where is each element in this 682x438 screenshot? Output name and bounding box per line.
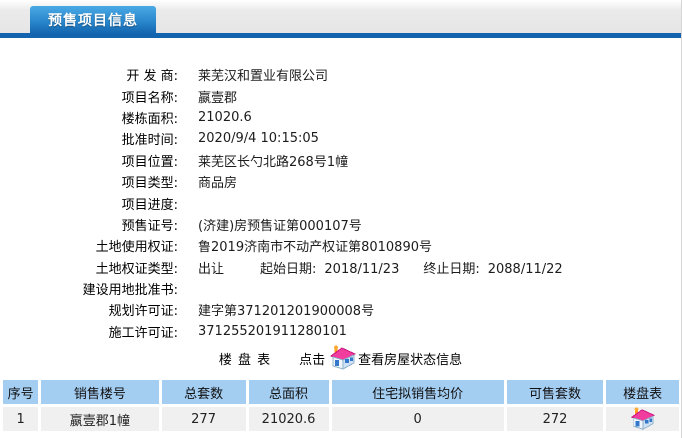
col-avg-price: 住宅拟销售均价 bbox=[331, 380, 504, 405]
table-row: 1 嬴壹郡1幢 277 21020.6 0 272 bbox=[3, 407, 679, 432]
field-value: 建字第371201201900008号 bbox=[198, 304, 375, 320]
field-value: 鲁2019济南市不动产权证第8010890号 bbox=[198, 240, 432, 256]
field-progress: 项目进度: bbox=[0, 192, 681, 213]
field-label: 项目类型: bbox=[121, 176, 178, 192]
field-planning-permit: 规划许可证: 建字第371201201900008号 bbox=[0, 299, 681, 320]
field-land-approval: 建设用地批准书: bbox=[0, 278, 681, 299]
col-total-area: 总面积 bbox=[248, 380, 329, 405]
end-date-label: 终止日期: bbox=[423, 261, 480, 277]
cell-seq: 1 bbox=[3, 407, 39, 432]
field-construction-permit: 施工许可证: 371255201911280101 bbox=[0, 321, 681, 342]
start-date-label: 起始日期: bbox=[260, 261, 317, 277]
field-value: 莱芜区长勺北路268号1幢 bbox=[198, 154, 349, 170]
cell-sellable-units: 272 bbox=[506, 407, 604, 432]
cell-building: 嬴壹郡1幢 bbox=[41, 407, 159, 432]
field-label: 批准时间: bbox=[121, 133, 178, 149]
col-building: 销售楼号 bbox=[41, 380, 159, 405]
tab-label: 预售项目信息 bbox=[48, 13, 138, 29]
col-seq: 序号 bbox=[3, 380, 39, 405]
field-label: 项目进度: bbox=[121, 197, 178, 213]
field-label: 预售证号: bbox=[121, 218, 178, 234]
field-label: 施工许可证: bbox=[108, 325, 178, 341]
table-header-row: 序号 销售楼号 总套数 总面积 住宅拟销售均价 可售套数 楼盘表 bbox=[3, 380, 679, 405]
field-project-name: 项目名称: 嬴壹郡 bbox=[0, 85, 681, 106]
field-value: 出让 起始日期: 2018/11/23 终止日期: 2088/11/22 bbox=[178, 258, 563, 277]
field-land-cert-type: 土地权证类型: 出让 起始日期: 2018/11/23 终止日期: 2088/11/22 bbox=[0, 257, 681, 278]
start-date-value: 2018/11/23 bbox=[324, 261, 400, 277]
presale-project-page: 预售项目信息 开 发 商: 莱芜汉和置业有限公司 项目名称: 嬴壹郡 楼栋面积:… bbox=[0, 0, 682, 438]
field-value: 商品房 bbox=[198, 176, 238, 192]
cell-total-units: 277 bbox=[161, 407, 246, 432]
sales-buildings-table: 序号 销售楼号 总套数 总面积 住宅拟销售均价 可售套数 楼盘表 1 嬴壹郡1幢… bbox=[0, 377, 681, 434]
field-label: 建设用地批准书: bbox=[82, 283, 178, 299]
end-date-value: 2088/11/22 bbox=[487, 261, 563, 277]
tab-presale-project-info[interactable]: 预售项目信息 bbox=[30, 6, 156, 34]
house-icon[interactable] bbox=[606, 407, 679, 432]
field-value: (济建)房预售证第000107号 bbox=[198, 218, 362, 234]
field-value: 21020.6 bbox=[198, 109, 252, 125]
col-loupan: 楼盘表 bbox=[606, 380, 679, 405]
field-label: 楼栋面积: bbox=[121, 111, 178, 127]
header-bar: 预售项目信息 bbox=[0, 0, 681, 34]
loupan-link-line: 楼 盘 表 点击 查看房屋状态信息 bbox=[0, 344, 681, 372]
field-value: 2020/9/4 10:15:05 bbox=[198, 131, 319, 147]
view-status-label: 查看房屋状态信息 bbox=[358, 352, 463, 368]
field-value: 371255201911280101 bbox=[198, 323, 347, 339]
loupan-title: 楼 盘 表 bbox=[218, 352, 272, 368]
house-icon[interactable] bbox=[330, 345, 357, 371]
field-label: 规划许可证: bbox=[108, 304, 178, 320]
cell-avg-price: 0 bbox=[331, 407, 504, 432]
land-cert-type-value: 出让 bbox=[198, 261, 225, 277]
field-label: 土地使用权证: bbox=[95, 240, 178, 256]
field-developer: 开 发 商: 莱芜汉和置业有限公司 bbox=[0, 64, 681, 85]
project-info-form: 开 发 商: 莱芜汉和置业有限公司 项目名称: 嬴壹郡 楼栋面积: 21020.… bbox=[0, 38, 681, 342]
field-location: 项目位置: 莱芜区长勺北路268号1幢 bbox=[0, 150, 681, 171]
field-land-use-cert: 土地使用权证: 鲁2019济南市不动产权证第8010890号 bbox=[0, 235, 681, 256]
click-label: 点击 bbox=[299, 352, 326, 368]
field-building-area: 楼栋面积: 21020.6 bbox=[0, 107, 681, 128]
field-value: 嬴壹郡 bbox=[198, 90, 238, 106]
field-value: 莱芜汉和置业有限公司 bbox=[198, 69, 329, 85]
field-label: 项目名称: bbox=[121, 90, 178, 106]
cell-total-area: 21020.6 bbox=[248, 407, 329, 432]
field-label: 土地权证类型: bbox=[95, 261, 178, 277]
col-total-units: 总套数 bbox=[161, 380, 246, 405]
field-project-type: 项目类型: 商品房 bbox=[0, 171, 681, 192]
field-approve-time: 批准时间: 2020/9/4 10:15:05 bbox=[0, 128, 681, 149]
field-label: 开 发 商: bbox=[126, 69, 178, 85]
field-presale-cert: 预售证号: (济建)房预售证第000107号 bbox=[0, 214, 681, 235]
field-label: 项目位置: bbox=[121, 154, 178, 170]
col-sellable-units: 可售套数 bbox=[506, 380, 604, 405]
